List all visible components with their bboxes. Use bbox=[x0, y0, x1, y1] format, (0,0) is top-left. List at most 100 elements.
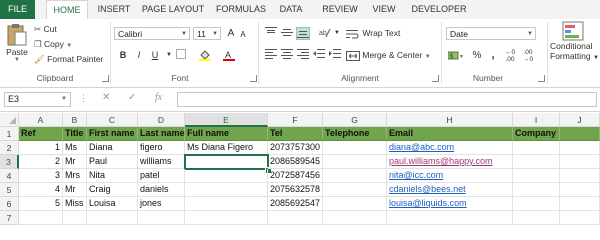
table-cell[interactable]: 2 bbox=[19, 155, 63, 169]
email-link[interactable]: cdaniels@bees.net bbox=[387, 183, 513, 197]
table-header-cell[interactable]: Tel bbox=[268, 127, 323, 141]
font-name-combo[interactable]: Calibri ▼ bbox=[114, 27, 190, 40]
table-cell[interactable] bbox=[323, 197, 387, 211]
insert-function-button[interactable]: fx bbox=[155, 92, 162, 103]
table-header-cell[interactable]: Last name bbox=[138, 127, 185, 141]
table-cell[interactable] bbox=[323, 183, 387, 197]
column-header-j[interactable]: J bbox=[560, 113, 600, 127]
table-cell[interactable] bbox=[513, 211, 560, 225]
tab-formulas[interactable]: FORMULAS bbox=[214, 0, 268, 19]
comma-style-button[interactable]: , bbox=[486, 49, 500, 62]
table-cell[interactable] bbox=[323, 169, 387, 183]
align-middle-button[interactable] bbox=[280, 27, 294, 40]
number-format-combo[interactable]: Date ▼ bbox=[446, 27, 536, 40]
currency-button[interactable]: $ ▼ bbox=[446, 49, 466, 62]
tab-view[interactable]: VIEW bbox=[370, 0, 398, 19]
table-cell[interactable]: 4 bbox=[19, 183, 63, 197]
italic-button[interactable]: I bbox=[132, 49, 146, 62]
table-cell[interactable] bbox=[185, 183, 268, 197]
column-header-i[interactable]: I bbox=[513, 113, 560, 127]
table-cell[interactable] bbox=[323, 211, 387, 225]
align-bottom-button[interactable] bbox=[296, 27, 310, 40]
table-cell[interactable]: Mr bbox=[63, 183, 87, 197]
table-cell[interactable] bbox=[387, 211, 513, 225]
enter-icon[interactable]: ✓ bbox=[128, 92, 136, 103]
table-header-cell[interactable]: Email bbox=[387, 127, 513, 141]
tab-insert[interactable]: INSERT bbox=[96, 0, 132, 19]
row-header-1[interactable]: 1 bbox=[0, 127, 19, 141]
table-cell[interactable]: Diana bbox=[87, 141, 138, 155]
table-cell[interactable] bbox=[323, 155, 387, 169]
format-painter-button[interactable]: 🖌 Format Painter bbox=[34, 54, 103, 65]
alignment-launcher-icon[interactable] bbox=[432, 75, 439, 82]
fill-color-button[interactable] bbox=[198, 49, 212, 62]
table-cell[interactable]: Ms Diana Figero bbox=[185, 141, 268, 155]
column-header-b[interactable]: B bbox=[63, 113, 87, 127]
table-cell[interactable] bbox=[513, 197, 560, 211]
table-cell[interactable]: daniels bbox=[138, 183, 185, 197]
table-cell[interactable]: Nita bbox=[87, 169, 138, 183]
row-header-7[interactable]: 7 bbox=[0, 211, 19, 225]
name-box[interactable]: E3 ▼ bbox=[4, 92, 71, 107]
table-cell[interactable] bbox=[185, 169, 268, 183]
table-header-cell[interactable]: Full name bbox=[185, 127, 268, 141]
table-cell[interactable] bbox=[560, 211, 600, 225]
percent-button[interactable]: % bbox=[470, 49, 484, 62]
email-link[interactable]: diana@abc.com bbox=[387, 141, 513, 155]
row-header-6[interactable]: 6 bbox=[0, 197, 19, 211]
table-header-cell[interactable]: Company bbox=[513, 127, 560, 141]
table-cell[interactable]: 2085692547 bbox=[268, 197, 323, 211]
table-header-cell[interactable]: Title bbox=[63, 127, 87, 141]
table-cell[interactable]: Ms bbox=[63, 141, 87, 155]
active-cell-e3[interactable] bbox=[184, 154, 269, 170]
underline-button[interactable]: U bbox=[148, 49, 162, 62]
table-cell[interactable]: Louisa bbox=[87, 197, 138, 211]
table-cell[interactable]: 2086589545 bbox=[268, 155, 323, 169]
table-cell[interactable] bbox=[513, 155, 560, 169]
font-size-combo[interactable]: 11 ▼ bbox=[193, 27, 221, 40]
borders-button[interactable] bbox=[174, 49, 188, 62]
font-launcher-icon[interactable] bbox=[250, 75, 257, 82]
copy-button[interactable]: ❐ Copy ▼ bbox=[34, 39, 72, 50]
clipboard-launcher-icon[interactable] bbox=[102, 75, 109, 82]
row-header-4[interactable]: 4 bbox=[0, 169, 19, 183]
table-cell[interactable] bbox=[323, 141, 387, 155]
email-link[interactable]: louisa@liquids.com bbox=[387, 197, 513, 211]
table-cell[interactable] bbox=[513, 183, 560, 197]
increase-indent-button[interactable] bbox=[328, 49, 342, 62]
table-cell[interactable] bbox=[560, 197, 600, 211]
row-header-5[interactable]: 5 bbox=[0, 183, 19, 197]
table-cell[interactable] bbox=[19, 211, 63, 225]
table-cell[interactable]: 3 bbox=[19, 169, 63, 183]
formula-bar-grip-icon[interactable]: ⋮ bbox=[79, 93, 89, 104]
font-color-button[interactable]: A bbox=[222, 49, 236, 62]
column-header-d[interactable]: D bbox=[138, 113, 185, 127]
cut-button[interactable]: ✂ Cut bbox=[34, 24, 57, 35]
table-cell[interactable] bbox=[560, 141, 600, 155]
table-header-cell[interactable] bbox=[560, 127, 600, 141]
table-cell[interactable]: patel bbox=[138, 169, 185, 183]
table-cell[interactable] bbox=[513, 141, 560, 155]
table-cell[interactable]: 2075632578 bbox=[268, 183, 323, 197]
tab-file[interactable]: FILE bbox=[0, 0, 35, 19]
conditional-formatting-button[interactable]: Conditional Formatting ▼ bbox=[550, 21, 600, 61]
decrease-indent-button[interactable] bbox=[312, 49, 326, 62]
table-cell[interactable] bbox=[513, 169, 560, 183]
align-top-button[interactable] bbox=[264, 27, 278, 40]
tab-data[interactable]: DATA bbox=[276, 0, 306, 19]
table-cell[interactable] bbox=[63, 211, 87, 225]
table-cell[interactable]: 1 bbox=[19, 141, 63, 155]
table-cell[interactable] bbox=[185, 211, 268, 225]
align-right-button[interactable] bbox=[296, 49, 310, 62]
bold-button[interactable]: B bbox=[116, 49, 130, 62]
table-cell[interactable]: Mrs bbox=[63, 169, 87, 183]
table-cell[interactable] bbox=[268, 211, 323, 225]
table-cell[interactable] bbox=[560, 169, 600, 183]
increase-decimal-button[interactable]: ←0.00 bbox=[502, 49, 518, 63]
tab-review[interactable]: REVIEW bbox=[318, 0, 362, 19]
table-cell[interactable]: 2073757300 bbox=[268, 141, 323, 155]
table-cell[interactable] bbox=[185, 197, 268, 211]
cancel-icon[interactable]: ✕ bbox=[102, 92, 110, 103]
wrap-text-button[interactable]: Wrap Text bbox=[346, 28, 400, 39]
table-cell[interactable] bbox=[560, 155, 600, 169]
